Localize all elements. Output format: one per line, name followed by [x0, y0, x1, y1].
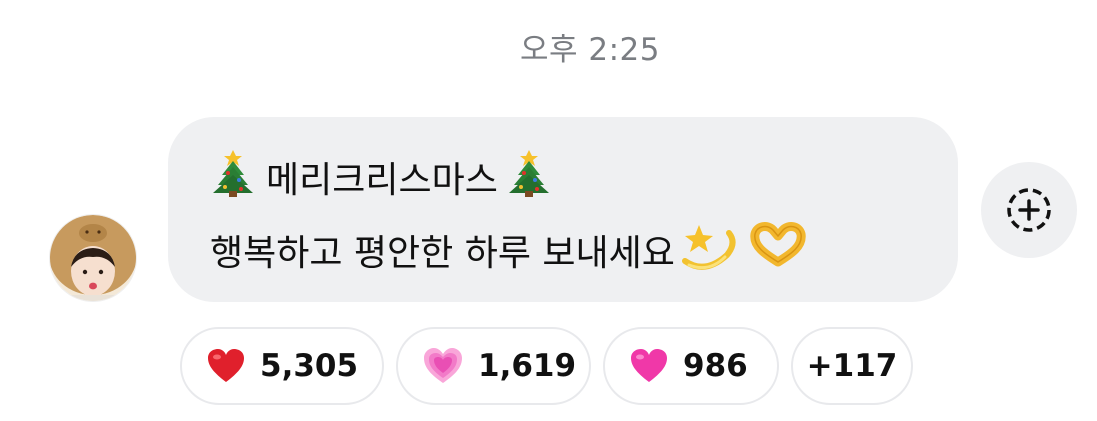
pink-heart-icon: [629, 348, 669, 384]
reaction-pink-heart[interactable]: 986: [603, 327, 779, 405]
message-line-1: 메리크리스마스: [210, 147, 552, 206]
message-bubble[interactable]: 메리크리스마스 행복하고 평안한 하루 보내세요: [168, 117, 958, 302]
message-timestamp: 오후 2:25: [519, 32, 660, 68]
reaction-red-heart[interactable]: 5,305: [180, 327, 384, 405]
reaction-count: 5,305: [260, 348, 359, 384]
christmas-tree-icon: [506, 147, 552, 206]
red-heart-icon: [206, 348, 246, 384]
heart-hands-icon: [749, 220, 807, 279]
reaction-count: 986: [683, 348, 748, 384]
message-line-2: 행복하고 평안한 하루 보내세요: [210, 217, 807, 282]
reaction-count: 1,619: [478, 348, 577, 384]
add-reaction-button[interactable]: [981, 162, 1077, 258]
reaction-growing-heart[interactable]: 1,619: [396, 327, 591, 405]
message-text-line-1: 메리크리스마스: [266, 159, 498, 201]
chat-view: 오후 2:25 메리크리스마스 행복하고 평안한 하루 보내세요 5,305 1…: [0, 0, 1097, 421]
avatar-image: [50, 215, 136, 301]
more-reactions-count: +117: [806, 348, 898, 384]
reaction-bar: 5,305 1,619 986 +117: [180, 327, 913, 405]
message-text-line-2: 행복하고 평안한 하루 보내세요: [210, 232, 675, 274]
growing-heart-icon: [422, 347, 464, 385]
add-reaction-icon: [1007, 188, 1051, 232]
avatar[interactable]: [49, 214, 137, 302]
dizzy-icon: [679, 217, 739, 282]
christmas-tree-icon: [210, 147, 256, 206]
more-reactions-button[interactable]: +117: [791, 327, 913, 405]
